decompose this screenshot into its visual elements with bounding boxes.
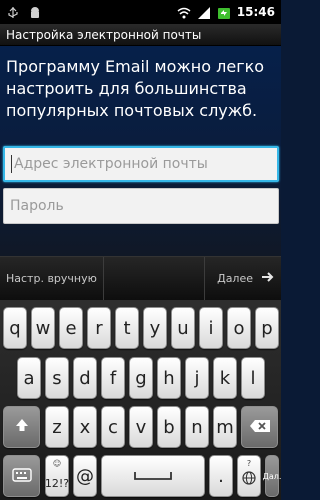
usb-icon [6, 5, 20, 19]
signal-icon [197, 5, 211, 19]
key-r[interactable]: r [87, 307, 111, 349]
key-c[interactable]: c [101, 406, 125, 448]
status-bar: 15:46 [0, 0, 281, 24]
key-q[interactable]: q [3, 307, 27, 349]
symbols-key[interactable]: ☺ 12!? [45, 455, 69, 497]
email-placeholder: Адрес электронной почты [14, 156, 208, 172]
backspace-key[interactable] [241, 406, 278, 448]
language-key[interactable]: ? [237, 455, 261, 497]
key-j[interactable]: j [185, 357, 209, 399]
window-title: Настройка электронной почты [0, 24, 281, 46]
wifi-icon [177, 5, 191, 19]
question-mark: ? [246, 459, 252, 468]
key-at[interactable]: @ [73, 455, 97, 497]
key-w[interactable]: w [31, 307, 55, 349]
key-x[interactable]: x [73, 406, 97, 448]
android-icon [28, 5, 42, 19]
key-s[interactable]: s [45, 357, 69, 399]
key-k[interactable]: k [213, 357, 237, 399]
keyboard-switch-key[interactable] [3, 455, 40, 497]
password-field[interactable]: Пароль [3, 188, 279, 224]
key-e[interactable]: e [59, 307, 83, 349]
key-p[interactable]: p [255, 307, 279, 349]
key-y[interactable]: y [143, 307, 167, 349]
key-z[interactable]: z [45, 406, 69, 448]
key-h[interactable]: h [157, 357, 181, 399]
symbols-label: 12!? [44, 477, 70, 490]
next-button[interactable]: Далее [204, 256, 281, 301]
emoticon-icon: ☺ [52, 459, 62, 468]
clock: 15:46 [236, 5, 275, 19]
shift-icon [14, 417, 30, 438]
key-o[interactable]: o [227, 307, 251, 349]
battery-icon [217, 5, 231, 19]
key-m[interactable]: m [213, 406, 237, 448]
manual-setup-button[interactable]: Настр. вручную [0, 256, 104, 301]
key-g[interactable]: g [129, 357, 153, 399]
email-field[interactable]: Адрес электронной почты [3, 146, 279, 182]
key-a[interactable]: a [17, 357, 41, 399]
arrow-right-icon [261, 269, 275, 288]
key-b[interactable]: b [157, 406, 181, 448]
key-n[interactable]: n [185, 406, 209, 448]
done-key[interactable]: Дал. [262, 455, 282, 497]
globe-icon [242, 470, 256, 488]
soft-keyboard: q w e r t y u i o p a s d f g h j k l z … [0, 300, 281, 500]
intro-text: Программу Email можно легко настроить дл… [6, 57, 265, 120]
space-icon [133, 466, 173, 487]
next-label: Далее [217, 272, 253, 285]
key-i[interactable]: i [199, 307, 223, 349]
done-label: Дал. [262, 471, 282, 481]
shift-key[interactable] [3, 406, 40, 448]
key-t[interactable]: t [115, 307, 139, 349]
key-f[interactable]: f [101, 357, 125, 399]
setup-content: Программу Email можно легко настроить дл… [0, 46, 281, 256]
key-d[interactable]: d [73, 357, 97, 399]
key-v[interactable]: v [129, 406, 153, 448]
space-key[interactable] [101, 455, 205, 497]
key-u[interactable]: u [171, 307, 195, 349]
manual-setup-label: Настр. вручную [6, 272, 97, 285]
key-dot[interactable]: . [209, 455, 233, 497]
action-bar: Настр. вручную Далее [0, 256, 281, 301]
keyboard-icon [11, 466, 32, 487]
key-l[interactable]: l [241, 357, 265, 399]
backspace-icon [249, 417, 271, 438]
text-caret [11, 155, 12, 173]
password-placeholder: Пароль [10, 198, 64, 214]
